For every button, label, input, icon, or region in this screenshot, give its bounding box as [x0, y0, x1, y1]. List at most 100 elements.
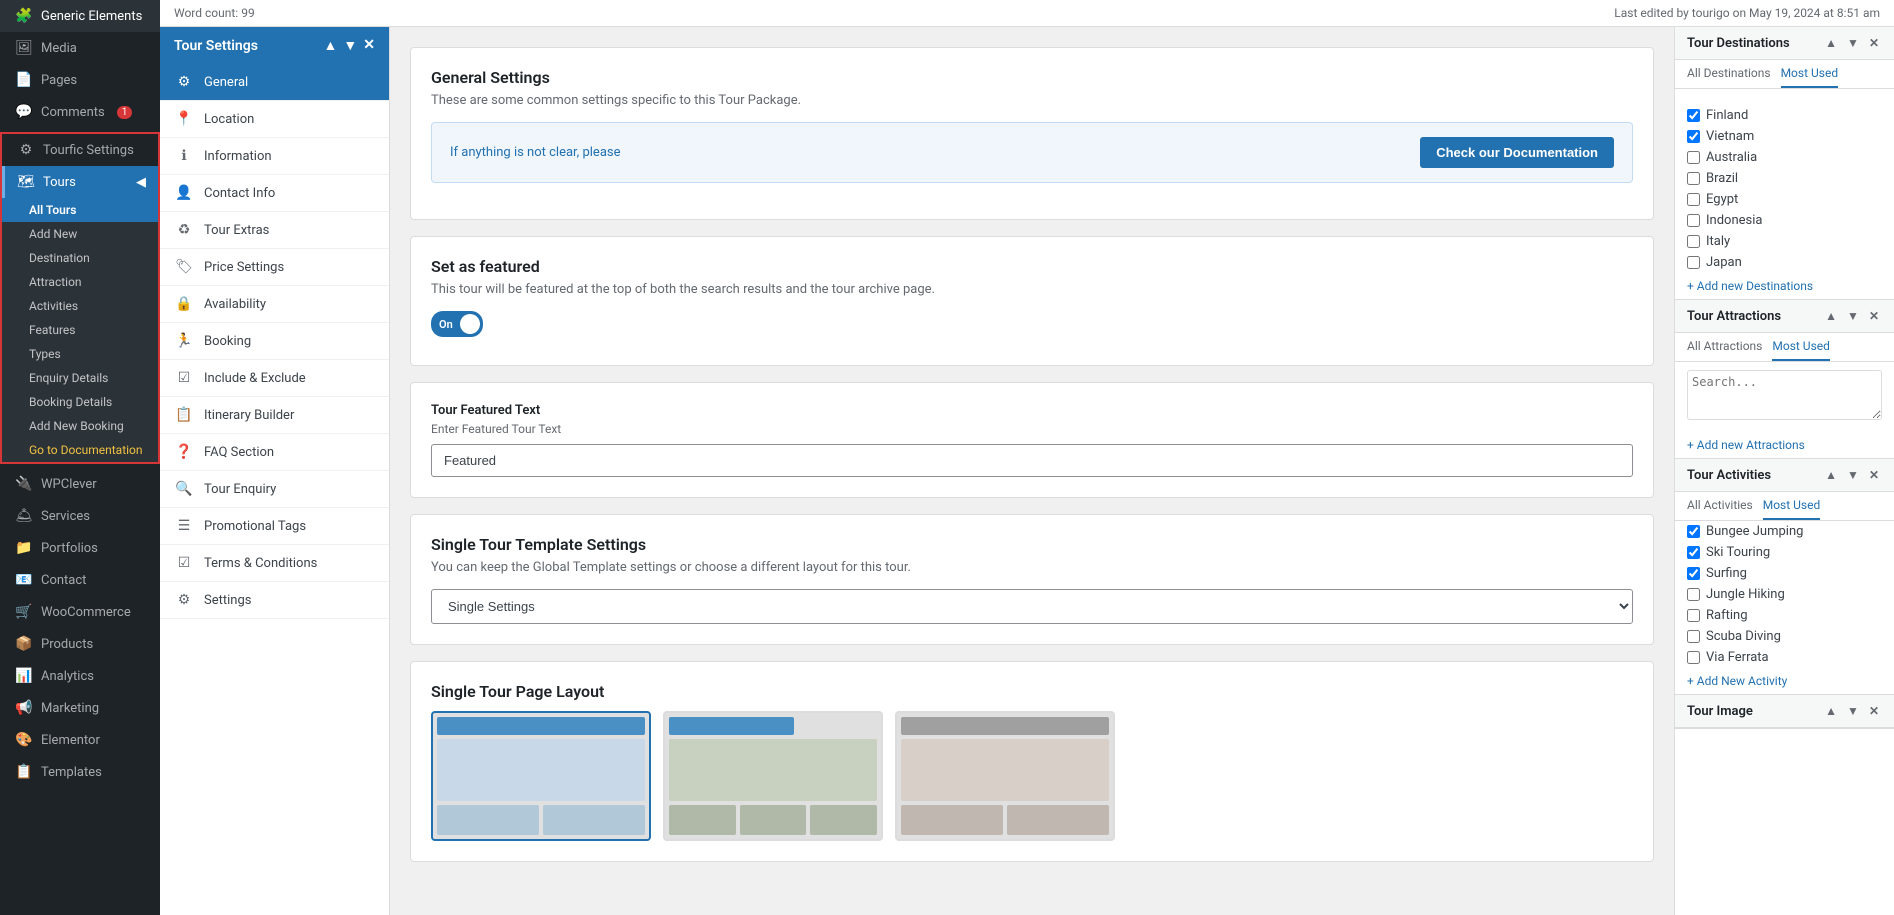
tour-nav-tour-enquiry[interactable]: 🔍 Tour Enquiry [160, 471, 389, 508]
sidebar-item-portfolios[interactable]: 📁 Portfolios [0, 532, 160, 564]
add-new-activity-link[interactable]: + Add New Activity [1675, 668, 1894, 694]
dest-indonesia[interactable]: Indonesia [1687, 210, 1882, 231]
dest-indonesia-cb[interactable] [1687, 214, 1700, 227]
sidebar-item-go-to-documentation[interactable]: Go to Documentation [2, 438, 158, 462]
sidebar-item-woocommerce[interactable]: 🛒 WooCommerce [0, 596, 160, 628]
sidebar-item-comments[interactable]: 💬 Comments 1 [0, 96, 160, 128]
dest-finland-cb[interactable] [1687, 109, 1700, 122]
sidebar-item-booking-details[interactable]: Booking Details [2, 390, 158, 414]
tour-featured-text-input[interactable] [431, 444, 1633, 477]
layout-thumb-1[interactable] [663, 711, 883, 841]
layout-thumb-2[interactable] [895, 711, 1115, 841]
tour-nav-general[interactable]: ⚙ General [160, 64, 389, 101]
dest-tab-all[interactable]: All Destinations [1687, 60, 1771, 88]
img-down-btn[interactable]: ▼ [1844, 703, 1862, 719]
layout-thumb-0[interactable] [431, 711, 651, 841]
activ-via-ferrata-cb[interactable] [1687, 651, 1700, 664]
dest-australia[interactable]: Australia [1687, 147, 1882, 168]
activ-scuba-cb[interactable] [1687, 630, 1700, 643]
dest-egypt-cb[interactable] [1687, 193, 1700, 206]
dest-vietnam[interactable]: Vietnam [1687, 126, 1882, 147]
activ-tab-most-used[interactable]: Most Used [1763, 492, 1821, 520]
single-tour-template-select[interactable]: Single Settings [431, 589, 1633, 624]
activ-via-ferrata[interactable]: Via Ferrata [1687, 647, 1882, 668]
tour-nav-terms-conditions[interactable]: ☑ Terms & Conditions [160, 545, 389, 582]
dest-close-btn[interactable]: ✕ [1866, 35, 1882, 51]
sidebar-item-enquiry-details[interactable]: Enquiry Details [2, 366, 158, 390]
sidebar-item-products[interactable]: 📦 Products [0, 628, 160, 660]
sidebar-item-types[interactable]: Types [2, 342, 158, 366]
activ-ski[interactable]: Ski Touring [1687, 542, 1882, 563]
sidebar-item-tourfic-settings[interactable]: ⚙ Tourfic Settings [2, 134, 158, 166]
sidebar-item-features[interactable]: Features [2, 318, 158, 342]
dest-japan-cb[interactable] [1687, 256, 1700, 269]
sidebar-item-templates[interactable]: 📋 Templates [0, 756, 160, 788]
tour-nav-itinerary-builder[interactable]: 📋 Itinerary Builder [160, 397, 389, 434]
add-new-destinations-link[interactable]: + Add new Destinations [1675, 273, 1894, 299]
sidebar-item-pages[interactable]: 📄 Pages [0, 64, 160, 96]
activ-tab-all[interactable]: All Activities [1687, 492, 1753, 520]
activ-rafting[interactable]: Rafting [1687, 605, 1882, 626]
activ-bungee-cb[interactable] [1687, 525, 1700, 538]
dest-egypt[interactable]: Egypt [1687, 189, 1882, 210]
dest-brazil[interactable]: Brazil [1687, 168, 1882, 189]
tour-nav-faq-section[interactable]: ❓ FAQ Section [160, 434, 389, 471]
activ-jungle[interactable]: Jungle Hiking [1687, 584, 1882, 605]
sidebar-item-destination[interactable]: Destination [2, 246, 158, 270]
sidebar-item-add-new-booking[interactable]: Add New Booking [2, 414, 158, 438]
collapse-down-btn[interactable]: ▼ [343, 37, 357, 54]
sidebar-item-analytics[interactable]: 📊 Analytics [0, 660, 160, 692]
dest-tab-most-used[interactable]: Most Used [1781, 60, 1839, 88]
tour-nav-price-settings[interactable]: 🏷 Price Settings [160, 249, 389, 286]
dest-australia-cb[interactable] [1687, 151, 1700, 164]
sidebar-item-add-new[interactable]: Add New [2, 222, 158, 246]
attractions-search-input[interactable] [1687, 370, 1882, 420]
sidebar-item-wpclever[interactable]: 🔌 WPClever [0, 468, 160, 500]
sidebar-item-generic-elements[interactable]: 🧩 Generic Elements [0, 0, 160, 32]
check-docs-button[interactable]: Check our Documentation [1420, 137, 1614, 168]
activ-rafting-cb[interactable] [1687, 609, 1700, 622]
tour-nav-promotional-tags[interactable]: ☰ Promotional Tags [160, 508, 389, 545]
dest-japan[interactable]: Japan [1687, 252, 1882, 273]
tour-nav-booking[interactable]: 🏃 Booking [160, 323, 389, 360]
tour-nav-availability[interactable]: 🔒 Availability [160, 286, 389, 323]
sidebar-item-attraction[interactable]: Attraction [2, 270, 158, 294]
sidebar-item-contact[interactable]: 📧 Contact [0, 564, 160, 596]
featured-toggle[interactable]: On [431, 311, 483, 337]
img-up-btn[interactable]: ▲ [1822, 703, 1840, 719]
sidebar-item-elementor[interactable]: 🎨 Elementor [0, 724, 160, 756]
close-btn[interactable]: ✕ [363, 37, 375, 54]
dest-italy-cb[interactable] [1687, 235, 1700, 248]
dest-up-btn[interactable]: ▲ [1822, 35, 1840, 51]
attr-down-btn[interactable]: ▼ [1844, 308, 1862, 324]
sidebar-item-media[interactable]: 🖼 Media [0, 32, 160, 64]
tour-nav-include-exclude[interactable]: ☑ Include & Exclude [160, 360, 389, 397]
dest-brazil-cb[interactable] [1687, 172, 1700, 185]
attr-up-btn[interactable]: ▲ [1822, 308, 1840, 324]
tour-nav-information[interactable]: ℹ Information [160, 138, 389, 175]
sidebar-item-services[interactable]: 🛎 Services [0, 500, 160, 532]
dest-italy[interactable]: Italy [1687, 231, 1882, 252]
attr-tab-most-used[interactable]: Most Used [1772, 333, 1830, 361]
dest-down-btn[interactable]: ▼ [1844, 35, 1862, 51]
dest-vietnam-cb[interactable] [1687, 130, 1700, 143]
add-new-attractions-link[interactable]: + Add new Attractions [1675, 432, 1894, 458]
sidebar-item-all-tours[interactable]: All Tours [2, 198, 158, 222]
dest-finland[interactable]: Finland [1687, 105, 1882, 126]
sidebar-item-activities[interactable]: Activities [2, 294, 158, 318]
sidebar-item-tours[interactable]: 🗺 Tours ◀ [2, 166, 158, 198]
tour-nav-tour-extras[interactable]: ♻ Tour Extras [160, 212, 389, 249]
activ-ski-cb[interactable] [1687, 546, 1700, 559]
activ-bungee[interactable]: Bungee Jumping [1687, 521, 1882, 542]
activ-jungle-cb[interactable] [1687, 588, 1700, 601]
activ-up-btn[interactable]: ▲ [1822, 467, 1840, 483]
attr-tab-all[interactable]: All Attractions [1687, 333, 1762, 361]
collapse-up-btn[interactable]: ▲ [324, 37, 338, 54]
sidebar-item-marketing[interactable]: 📢 Marketing [0, 692, 160, 724]
activ-surfing[interactable]: Surfing [1687, 563, 1882, 584]
activ-close-btn[interactable]: ✕ [1866, 467, 1882, 483]
tour-nav-location[interactable]: 📍 Location [160, 101, 389, 138]
activ-surfing-cb[interactable] [1687, 567, 1700, 580]
activ-scuba[interactable]: Scuba Diving [1687, 626, 1882, 647]
tour-nav-settings[interactable]: ⚙ Settings [160, 582, 389, 619]
